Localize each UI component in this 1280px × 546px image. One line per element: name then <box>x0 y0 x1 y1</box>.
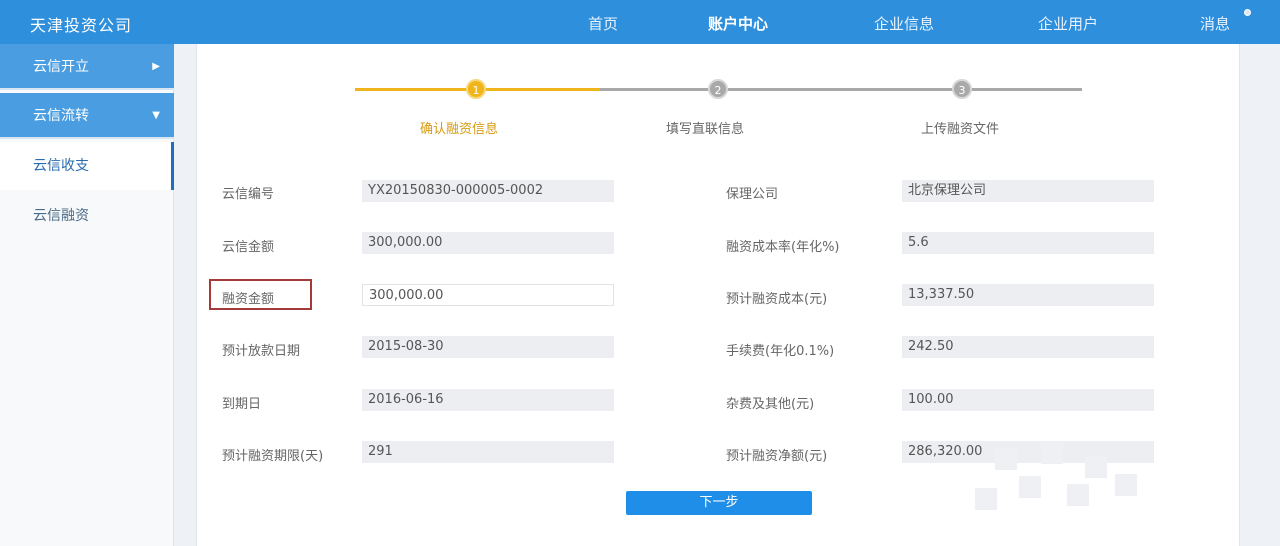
nav-account-center[interactable]: 账户中心 <box>708 13 768 34</box>
message-badge-icon <box>1244 9 1251 16</box>
chevron-down-icon: ▼ <box>152 110 160 121</box>
company-brand: 天津投资公司 <box>30 16 133 35</box>
nav-messages[interactable]: 消息 <box>1200 13 1230 34</box>
next-step-button[interactable]: 下一步 <box>626 491 812 515</box>
sidebar-group-label: 云信开立 <box>33 59 89 75</box>
field-value-term-days: 291 <box>362 441 614 463</box>
field-value-cloud-amount: 300,000.00 <box>362 232 614 254</box>
field-value-factoring-company: 北京保理公司 <box>902 180 1154 202</box>
field-value-misc-fee: 100.00 <box>902 389 1154 411</box>
sidebar-group-transfer[interactable]: 云信流转 ▼ <box>0 93 174 139</box>
step-track-pending <box>600 88 1082 91</box>
field-value-cloud-id: YX20150830-000005-0002 <box>362 180 614 202</box>
sidebar: 云信开立 ▶ 云信流转 ▼ 云信收支 云信融资 <box>0 44 174 546</box>
step-2-label: 填写直联信息 <box>666 122 745 137</box>
nav-company-info[interactable]: 企业信息 <box>874 13 934 34</box>
sidebar-group-issue[interactable]: 云信开立 ▶ <box>0 44 174 90</box>
field-label-cost-rate: 融资成本率(年化%) <box>726 240 840 255</box>
watermark-mosaic <box>975 440 1175 520</box>
field-label-net-amount: 预计融资净额(元) <box>726 449 828 464</box>
step-3-marker: 3 <box>952 79 972 99</box>
field-label-loan-date: 预计放款日期 <box>222 344 301 359</box>
step-3-label: 上传融资文件 <box>921 122 1000 137</box>
field-label-financing-amount: 融资金额 <box>222 292 275 307</box>
field-value-due-date: 2016-06-16 <box>362 389 614 411</box>
sidebar-group-label: 云信流转 <box>33 108 89 124</box>
field-label-cloud-amount: 云信金额 <box>222 240 275 255</box>
field-label-due-date: 到期日 <box>222 397 262 412</box>
nav-home[interactable]: 首页 <box>588 13 618 34</box>
chevron-right-icon: ▶ <box>152 61 160 72</box>
top-nav-bar: 天津投资公司 首页 账户中心 企业信息 企业用户 消息 <box>0 0 1280 44</box>
field-label-misc-fee: 杂费及其他(元) <box>726 397 815 412</box>
field-label-cloud-id: 云信编号 <box>222 187 275 202</box>
field-label-term-days: 预计融资期限(天) <box>222 449 324 464</box>
step-1-marker: 1 <box>466 79 486 99</box>
field-label-service-fee: 手续费(年化0.1%) <box>726 344 835 359</box>
field-value-financing-cost: 13,337.50 <box>902 284 1154 306</box>
field-value-loan-date: 2015-08-30 <box>362 336 614 358</box>
field-label-financing-cost: 预计融资成本(元) <box>726 292 828 307</box>
step-1-label: 确认融资信息 <box>420 122 499 137</box>
nav-company-users[interactable]: 企业用户 <box>1038 13 1098 34</box>
financing-amount-input[interactable]: 300,000.00 <box>362 284 614 306</box>
field-value-cost-rate: 5.6 <box>902 232 1154 254</box>
sidebar-item-income[interactable]: 云信收支 <box>0 142 174 190</box>
field-label-factoring-company: 保理公司 <box>726 187 779 202</box>
sidebar-item-financing[interactable]: 云信融资 <box>0 192 174 240</box>
step-2-marker: 2 <box>708 79 728 99</box>
field-value-service-fee: 242.50 <box>902 336 1154 358</box>
